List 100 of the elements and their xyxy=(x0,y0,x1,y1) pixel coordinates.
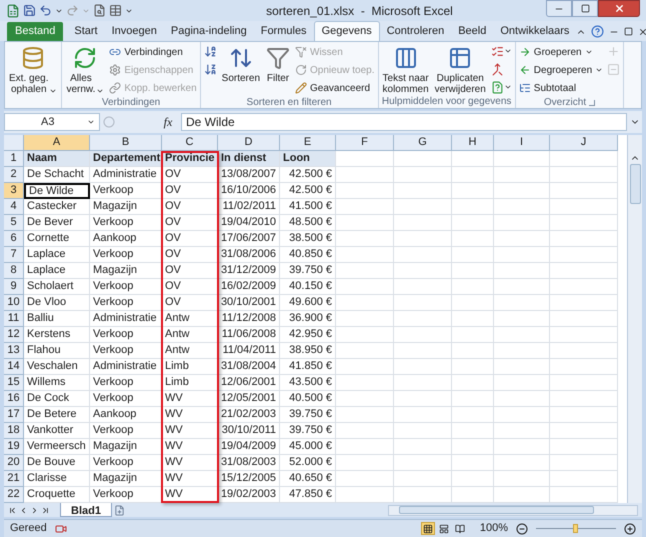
print-preview-icon[interactable] xyxy=(93,4,106,17)
close-button[interactable] xyxy=(598,0,640,17)
ribbon-tab[interactable]: Beeld xyxy=(451,21,494,41)
row-header[interactable]: 10 xyxy=(4,295,24,311)
grid-view-button[interactable] xyxy=(420,522,435,535)
row-header[interactable]: 13 xyxy=(4,343,24,359)
ribbon-large-button[interactable]: Ext. geg. ophalen xyxy=(7,42,60,94)
row-header[interactable]: 6 xyxy=(4,231,24,247)
row-header[interactable]: 12 xyxy=(4,327,24,343)
row-header[interactable]: 7 xyxy=(4,247,24,263)
column-header[interactable]: I xyxy=(494,135,550,151)
ribbon-tab[interactable]: Ontwikkelaars xyxy=(493,21,576,41)
ribbon-tab[interactable]: Formules xyxy=(254,21,314,41)
next-sheet-icon[interactable] xyxy=(30,506,39,514)
zoom-thumb[interactable] xyxy=(573,524,578,533)
row-header[interactable]: 11 xyxy=(4,311,24,327)
table-cell: Verkoop xyxy=(90,343,162,359)
scrollbar-thumb[interactable] xyxy=(630,164,640,204)
ribbon-icon-button[interactable] xyxy=(202,62,218,76)
row-header[interactable]: 1 xyxy=(4,151,24,167)
row-header[interactable]: 22 xyxy=(4,487,24,503)
row-header[interactable]: 3 xyxy=(4,183,24,199)
row-header[interactable]: 17 xyxy=(4,407,24,423)
row-header[interactable]: 18 xyxy=(4,423,24,439)
macro-record-icon[interactable] xyxy=(54,522,67,534)
sheet-tab[interactable]: Blad1 xyxy=(60,503,112,517)
ribbon-small-button[interactable]: Degroeperen xyxy=(518,62,604,78)
ribbon-tab[interactable]: Invoegen xyxy=(104,21,164,41)
ribbon-small-button[interactable]: Geavanceerd xyxy=(294,80,376,96)
ribbon-large-button[interactable]: Alles vernw. xyxy=(64,42,106,94)
ribbon-large-button[interactable]: Duplicaten verwijderen xyxy=(432,42,488,94)
new-sheet-icon[interactable] xyxy=(114,504,125,516)
insert-function-button[interactable]: fx xyxy=(158,113,178,131)
dialog-launcher-icon[interactable] xyxy=(589,100,596,106)
empty-cell xyxy=(336,295,394,311)
column-header[interactable]: B xyxy=(90,135,162,151)
maximize-button[interactable] xyxy=(572,0,598,17)
row-header[interactable]: 19 xyxy=(4,439,24,455)
table-cell: OV xyxy=(162,215,218,231)
formula-field[interactable]: De Wilde xyxy=(181,113,627,131)
horizontal-scrollbar[interactable] xyxy=(388,504,638,516)
column-header[interactable]: F xyxy=(336,135,394,151)
column-header[interactable]: A xyxy=(24,135,90,151)
row-header[interactable]: 21 xyxy=(4,471,24,487)
restore-icon[interactable] xyxy=(624,27,634,36)
scrollbar-thumb[interactable] xyxy=(399,506,594,514)
help-icon[interactable] xyxy=(591,25,604,38)
row-header[interactable]: 2 xyxy=(4,167,24,183)
ribbon-large-button[interactable]: Tekst naar kolommen xyxy=(380,42,431,94)
column-header[interactable]: G xyxy=(394,135,452,151)
repeat-icon xyxy=(295,64,308,76)
close-icon[interactable] xyxy=(638,26,646,36)
ribbon-small-button[interactable]: Subtotaal xyxy=(518,80,604,96)
ribbon-icon-button[interactable] xyxy=(202,44,218,58)
row-header[interactable]: 16 xyxy=(4,391,24,407)
last-sheet-icon[interactable] xyxy=(41,506,50,514)
page-view-button[interactable] xyxy=(452,522,467,535)
column-header[interactable]: H xyxy=(452,135,494,151)
save-icon[interactable] xyxy=(23,4,36,17)
ribbon-small-button[interactable]: Verbindingen xyxy=(108,44,198,60)
ribbon-small-button[interactable]: Groeperen xyxy=(518,44,604,60)
table-cell: Laplace xyxy=(24,247,90,263)
zoom-out-icon[interactable] xyxy=(516,522,528,534)
ribbon-tab[interactable]: Gegevens xyxy=(314,21,380,41)
book-icon xyxy=(454,524,465,534)
ribbon-tab[interactable]: Pagina-indeling xyxy=(164,21,254,41)
table-cell: 42.500 € xyxy=(280,167,336,183)
table-cell: 48.500 € xyxy=(280,215,336,231)
column-header[interactable]: J xyxy=(550,135,618,151)
ribbon-icon-button[interactable] xyxy=(490,44,513,58)
file-tab[interactable]: Bestand xyxy=(7,22,64,41)
ribbon-icon-button[interactable] xyxy=(490,80,513,94)
column-header[interactable]: E xyxy=(280,135,336,151)
first-sheet-icon[interactable] xyxy=(8,506,17,514)
ribbon-large-button[interactable]: Filter xyxy=(264,42,292,94)
column-header[interactable]: D xyxy=(218,135,280,151)
row-header[interactable]: 14 xyxy=(4,359,24,375)
table-cell: Administratie xyxy=(90,167,162,183)
row-header[interactable]: 20 xyxy=(4,455,24,471)
ribbon-tab[interactable]: Start xyxy=(67,21,105,41)
vertical-scrollbar[interactable] xyxy=(627,135,642,503)
row-header[interactable]: 15 xyxy=(4,375,24,391)
empty-cell xyxy=(550,455,618,471)
row-header[interactable]: 8 xyxy=(4,263,24,279)
row-header[interactable]: 5 xyxy=(4,215,24,231)
form-icon[interactable] xyxy=(109,4,122,17)
empty-cell xyxy=(394,359,452,375)
empty-cell xyxy=(394,407,452,423)
row-header[interactable]: 4 xyxy=(4,199,24,215)
chain-icon xyxy=(109,82,122,94)
zoom-in-icon[interactable] xyxy=(624,522,636,534)
ribbon-large-button[interactable]: Sorteren xyxy=(220,42,262,94)
empty-cell xyxy=(394,279,452,295)
name-box[interactable]: A3 xyxy=(4,113,100,131)
column-header[interactable]: C xyxy=(162,135,218,151)
ribbon-tab[interactable]: Controleren xyxy=(380,21,452,41)
undo-icon[interactable] xyxy=(39,4,52,17)
row-header[interactable]: 9 xyxy=(4,279,24,295)
previous-sheet-icon[interactable] xyxy=(19,506,28,514)
database-icon xyxy=(21,46,46,70)
